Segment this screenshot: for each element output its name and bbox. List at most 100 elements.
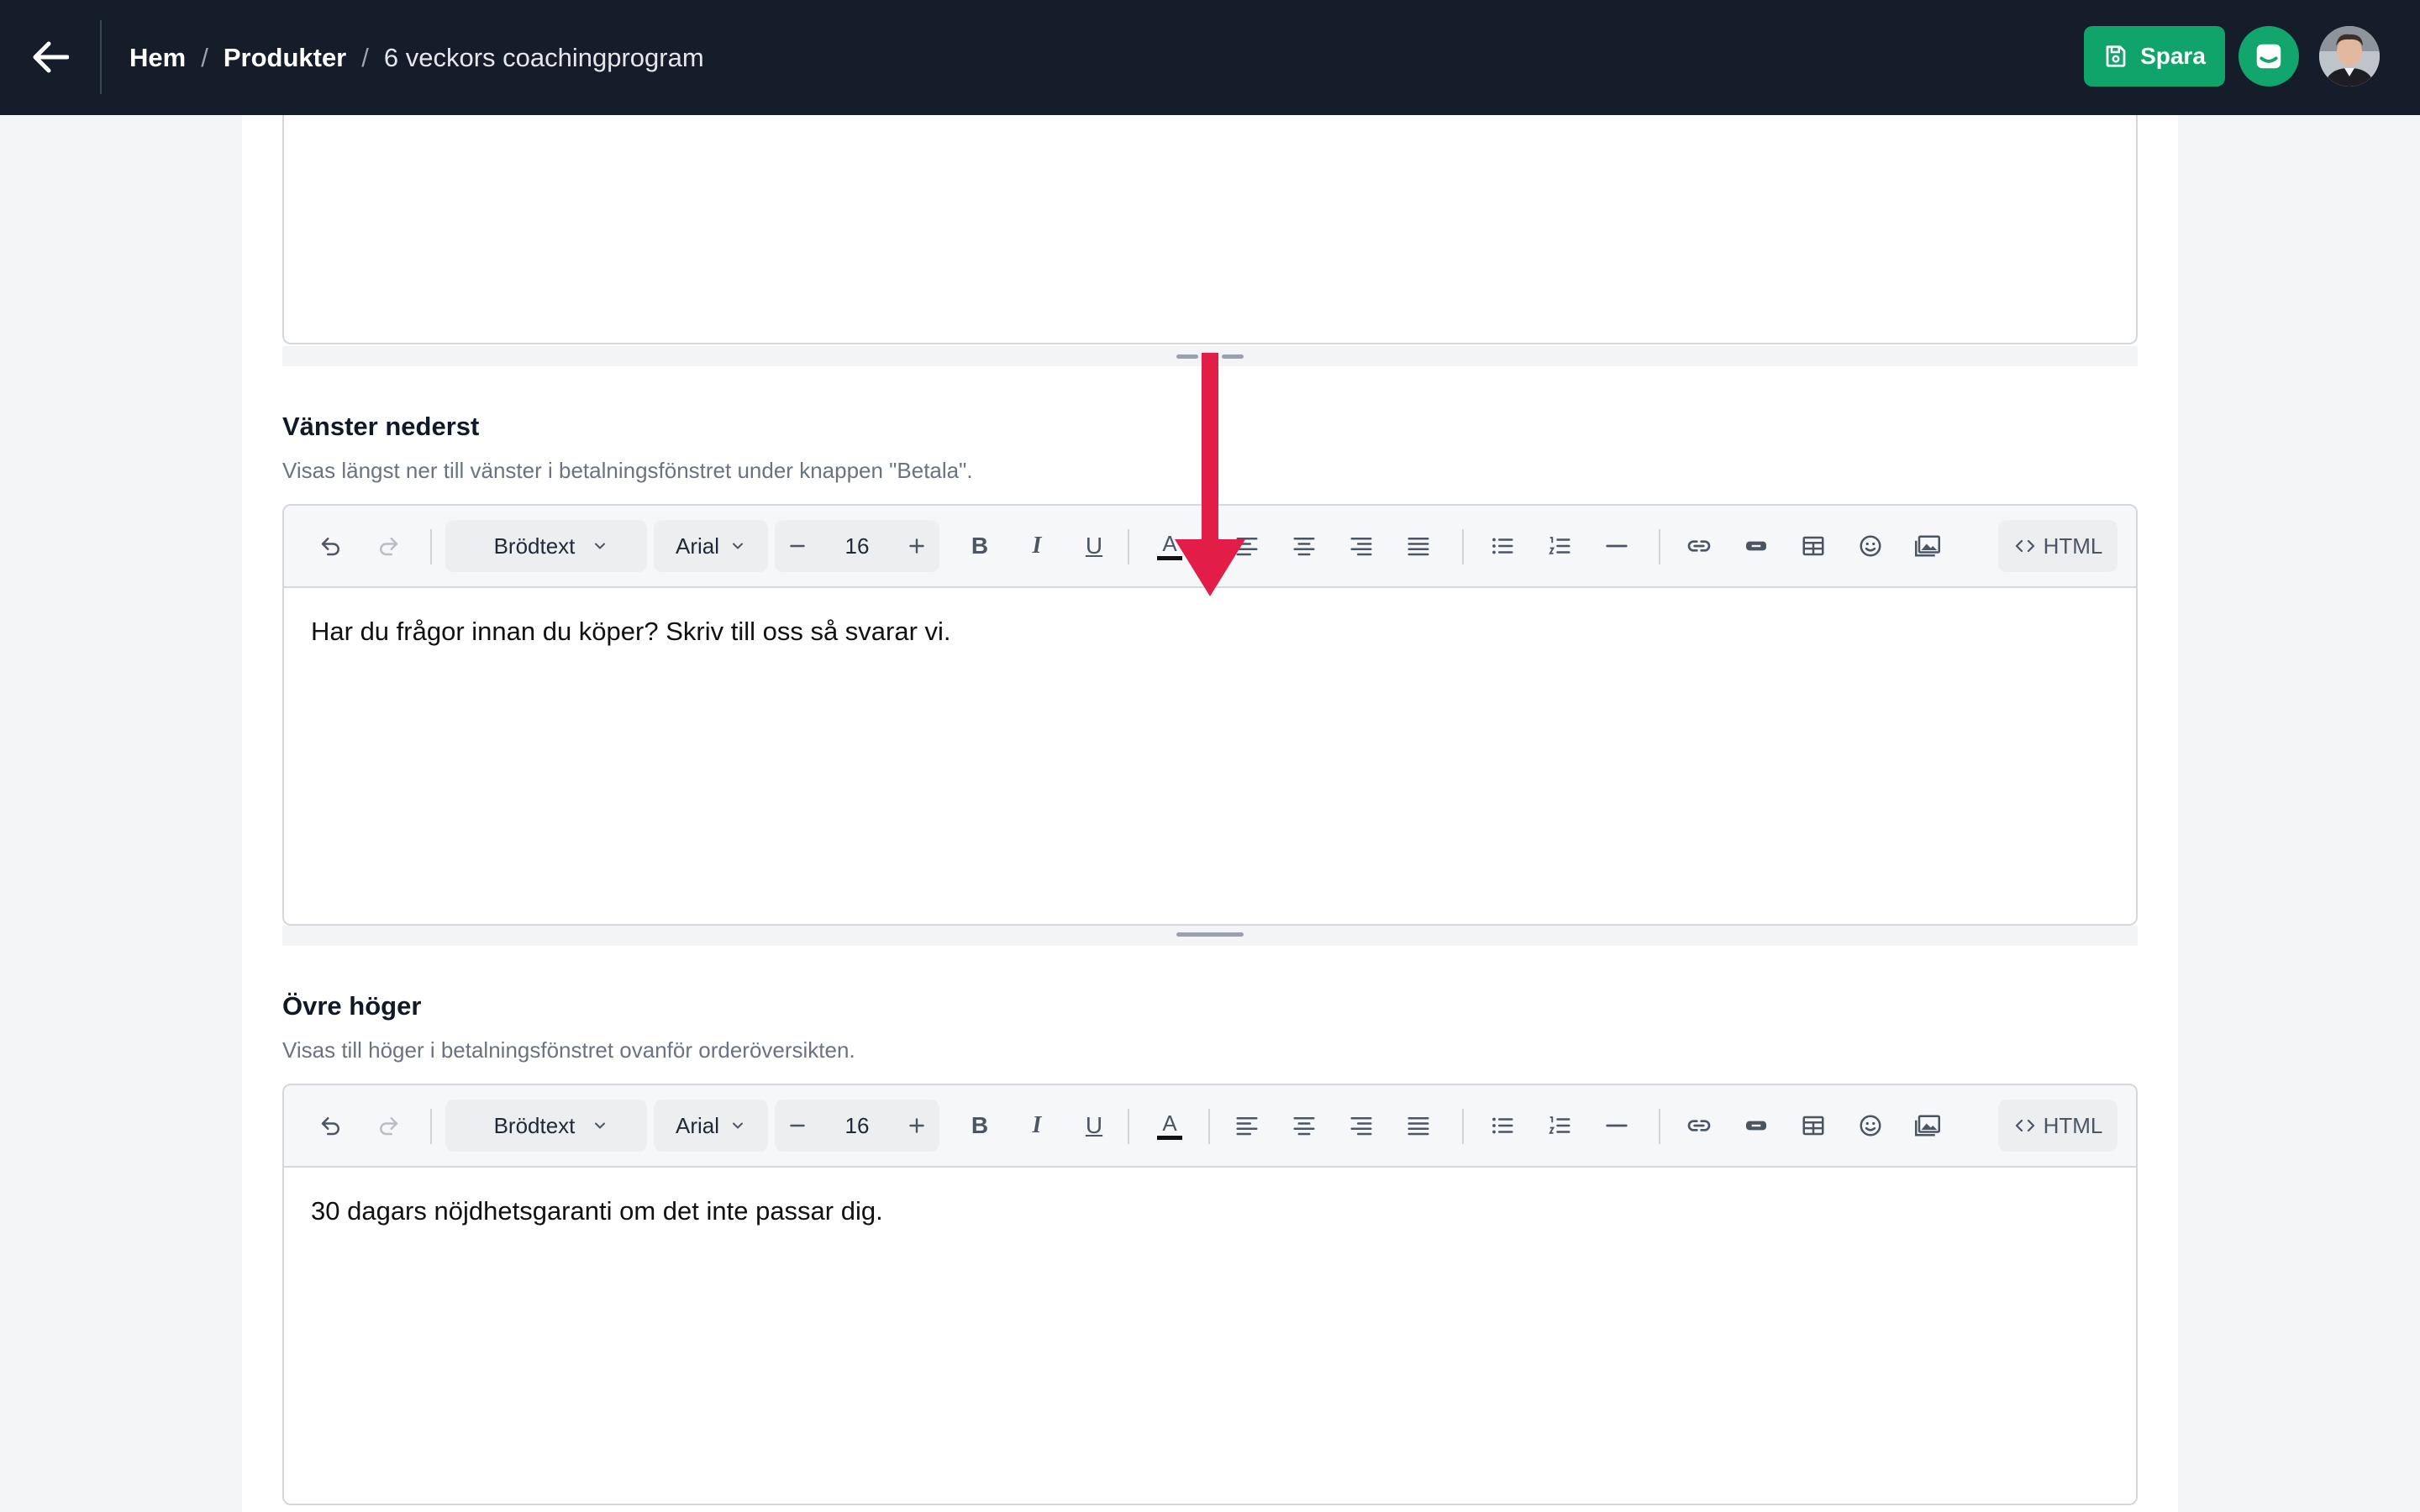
undo-icon <box>321 1117 339 1136</box>
toolbar-separator <box>430 529 432 564</box>
font-size-stepper: 16 <box>775 520 939 572</box>
save-button[interactable]: Spara <box>2084 26 2225 87</box>
editor-content[interactable]: 30 dagars nöjdhetsgaranti om det inte pa… <box>284 1168 2136 1255</box>
emoji-button[interactable] <box>1847 1100 1894 1152</box>
section-description: Visas till höger i betalningsfönstret ov… <box>282 1037 855 1063</box>
align-right-button[interactable] <box>1338 520 1385 572</box>
align-center-icon <box>1293 1117 1315 1136</box>
table-button[interactable] <box>1790 520 1837 572</box>
block-format-select[interactable]: Brödtext <box>445 520 647 572</box>
editor-resize-bar <box>282 346 2138 366</box>
editor-toolbar: Brödtext Arial 16 B I U A HTML <box>284 1085 2136 1168</box>
redo-button[interactable] <box>365 520 412 572</box>
emoji-button[interactable] <box>1847 520 1894 572</box>
numbered-list-button[interactable] <box>1536 1100 1583 1152</box>
arrow-left-icon <box>33 41 69 73</box>
toolbar-separator <box>430 1109 432 1144</box>
align-justify-icon <box>1407 538 1429 556</box>
align-right-icon <box>1350 538 1372 556</box>
font-size-value[interactable]: 16 <box>845 1113 870 1139</box>
breadcrumb-products[interactable]: Produkter <box>224 43 346 73</box>
decrease-font-size-button[interactable] <box>786 1115 808 1137</box>
plus-icon <box>909 538 924 554</box>
avatar[interactable] <box>2319 26 2380 87</box>
link-button[interactable] <box>1676 520 1723 572</box>
bold-icon: B <box>971 533 989 559</box>
horizontal-rule-button[interactable] <box>1593 520 1640 572</box>
breadcrumb-current: 6 veckors coachingprogram <box>383 42 704 72</box>
redo-icon <box>380 538 398 556</box>
redo-icon <box>380 1117 398 1136</box>
align-left-button[interactable] <box>1223 1100 1270 1152</box>
bold-button[interactable]: B <box>956 1100 1003 1152</box>
horizontal-rule-button[interactable] <box>1593 1100 1640 1152</box>
text-color-button[interactable]: A <box>1146 520 1193 572</box>
resize-handle[interactable] <box>1176 932 1244 937</box>
image-button[interactable] <box>1904 520 1951 572</box>
bullet-list-icon <box>1492 1117 1513 1134</box>
increase-font-size-button[interactable] <box>906 535 928 557</box>
breadcrumb-home[interactable]: Hem <box>129 43 186 73</box>
align-left-button[interactable] <box>1223 520 1270 572</box>
button-insert-button[interactable] <box>1733 1100 1780 1152</box>
code-icon <box>2015 539 2034 553</box>
align-justify-button[interactable] <box>1395 520 1442 572</box>
table-icon <box>1802 1116 1824 1136</box>
html-view-button[interactable]: HTML <box>1998 1100 2118 1152</box>
bold-button[interactable]: B <box>956 520 1003 572</box>
chevron-down-icon <box>733 543 743 549</box>
toolbar-separator <box>1208 1109 1210 1144</box>
resize-handle[interactable] <box>1222 354 1244 359</box>
decrease-font-size-button[interactable] <box>786 535 808 557</box>
underline-button[interactable]: U <box>1071 520 1118 572</box>
html-view-button[interactable]: HTML <box>1998 520 2118 572</box>
increase-font-size-button[interactable] <box>906 1115 928 1137</box>
floppy-disk-icon <box>2106 45 2126 67</box>
image-button[interactable] <box>1904 1100 1951 1152</box>
block-format-value: Brödtext <box>493 533 576 559</box>
bold-icon: B <box>971 1112 989 1138</box>
table-button[interactable] <box>1790 1100 1837 1152</box>
italic-button[interactable]: I <box>1013 520 1060 572</box>
section-title: Övre höger <box>282 991 422 1021</box>
font-size-stepper: 16 <box>775 1100 939 1152</box>
block-format-value: Brödtext <box>493 1112 576 1138</box>
align-center-button[interactable] <box>1281 1100 1328 1152</box>
block-format-select[interactable]: Brödtext <box>445 1100 647 1152</box>
align-center-button[interactable] <box>1281 520 1328 572</box>
back-button[interactable] <box>20 18 81 96</box>
underline-button[interactable]: U <box>1071 1100 1118 1152</box>
text-color-icon: A <box>1162 530 1177 556</box>
font-family-select[interactable]: Arial <box>654 520 768 572</box>
toolbar-separator <box>1462 1109 1464 1144</box>
editor-content[interactable]: Har du frågor innan du köper? Skriv till… <box>284 588 2136 675</box>
italic-button[interactable]: I <box>1013 1100 1060 1152</box>
bullet-list-button[interactable] <box>1479 520 1526 572</box>
link-button[interactable] <box>1676 1100 1723 1152</box>
editor-content-previous[interactable] <box>282 101 2138 344</box>
align-justify-icon <box>1407 1117 1429 1136</box>
breadcrumb-separator: / <box>201 42 208 72</box>
link-icon <box>1687 540 1711 552</box>
font-size-value[interactable]: 16 <box>845 533 870 559</box>
font-family-select[interactable]: Arial <box>654 1100 768 1152</box>
undo-button[interactable] <box>308 1100 355 1152</box>
align-justify-button[interactable] <box>1395 1100 1442 1152</box>
undo-icon <box>321 538 339 556</box>
numbered-list-button[interactable] <box>1536 520 1583 572</box>
resize-handle[interactable] <box>1176 354 1198 359</box>
html-view-label: HTML <box>2043 533 2103 559</box>
redo-button[interactable] <box>365 1100 412 1152</box>
smiley-icon <box>1860 1115 1881 1137</box>
toolbar-separator <box>1659 529 1660 564</box>
button-insert-button[interactable] <box>1733 520 1780 572</box>
font-family-value: Arial <box>675 1112 719 1138</box>
toolbar-separator <box>1208 529 1210 564</box>
undo-button[interactable] <box>308 520 355 572</box>
bullet-list-button[interactable] <box>1479 1100 1526 1152</box>
text-color-button[interactable]: A <box>1146 1100 1193 1152</box>
align-right-button[interactable] <box>1338 1100 1385 1152</box>
toolbar-separator <box>1128 1109 1129 1144</box>
inbox-button[interactable] <box>2238 26 2299 87</box>
table-icon <box>1802 536 1824 556</box>
